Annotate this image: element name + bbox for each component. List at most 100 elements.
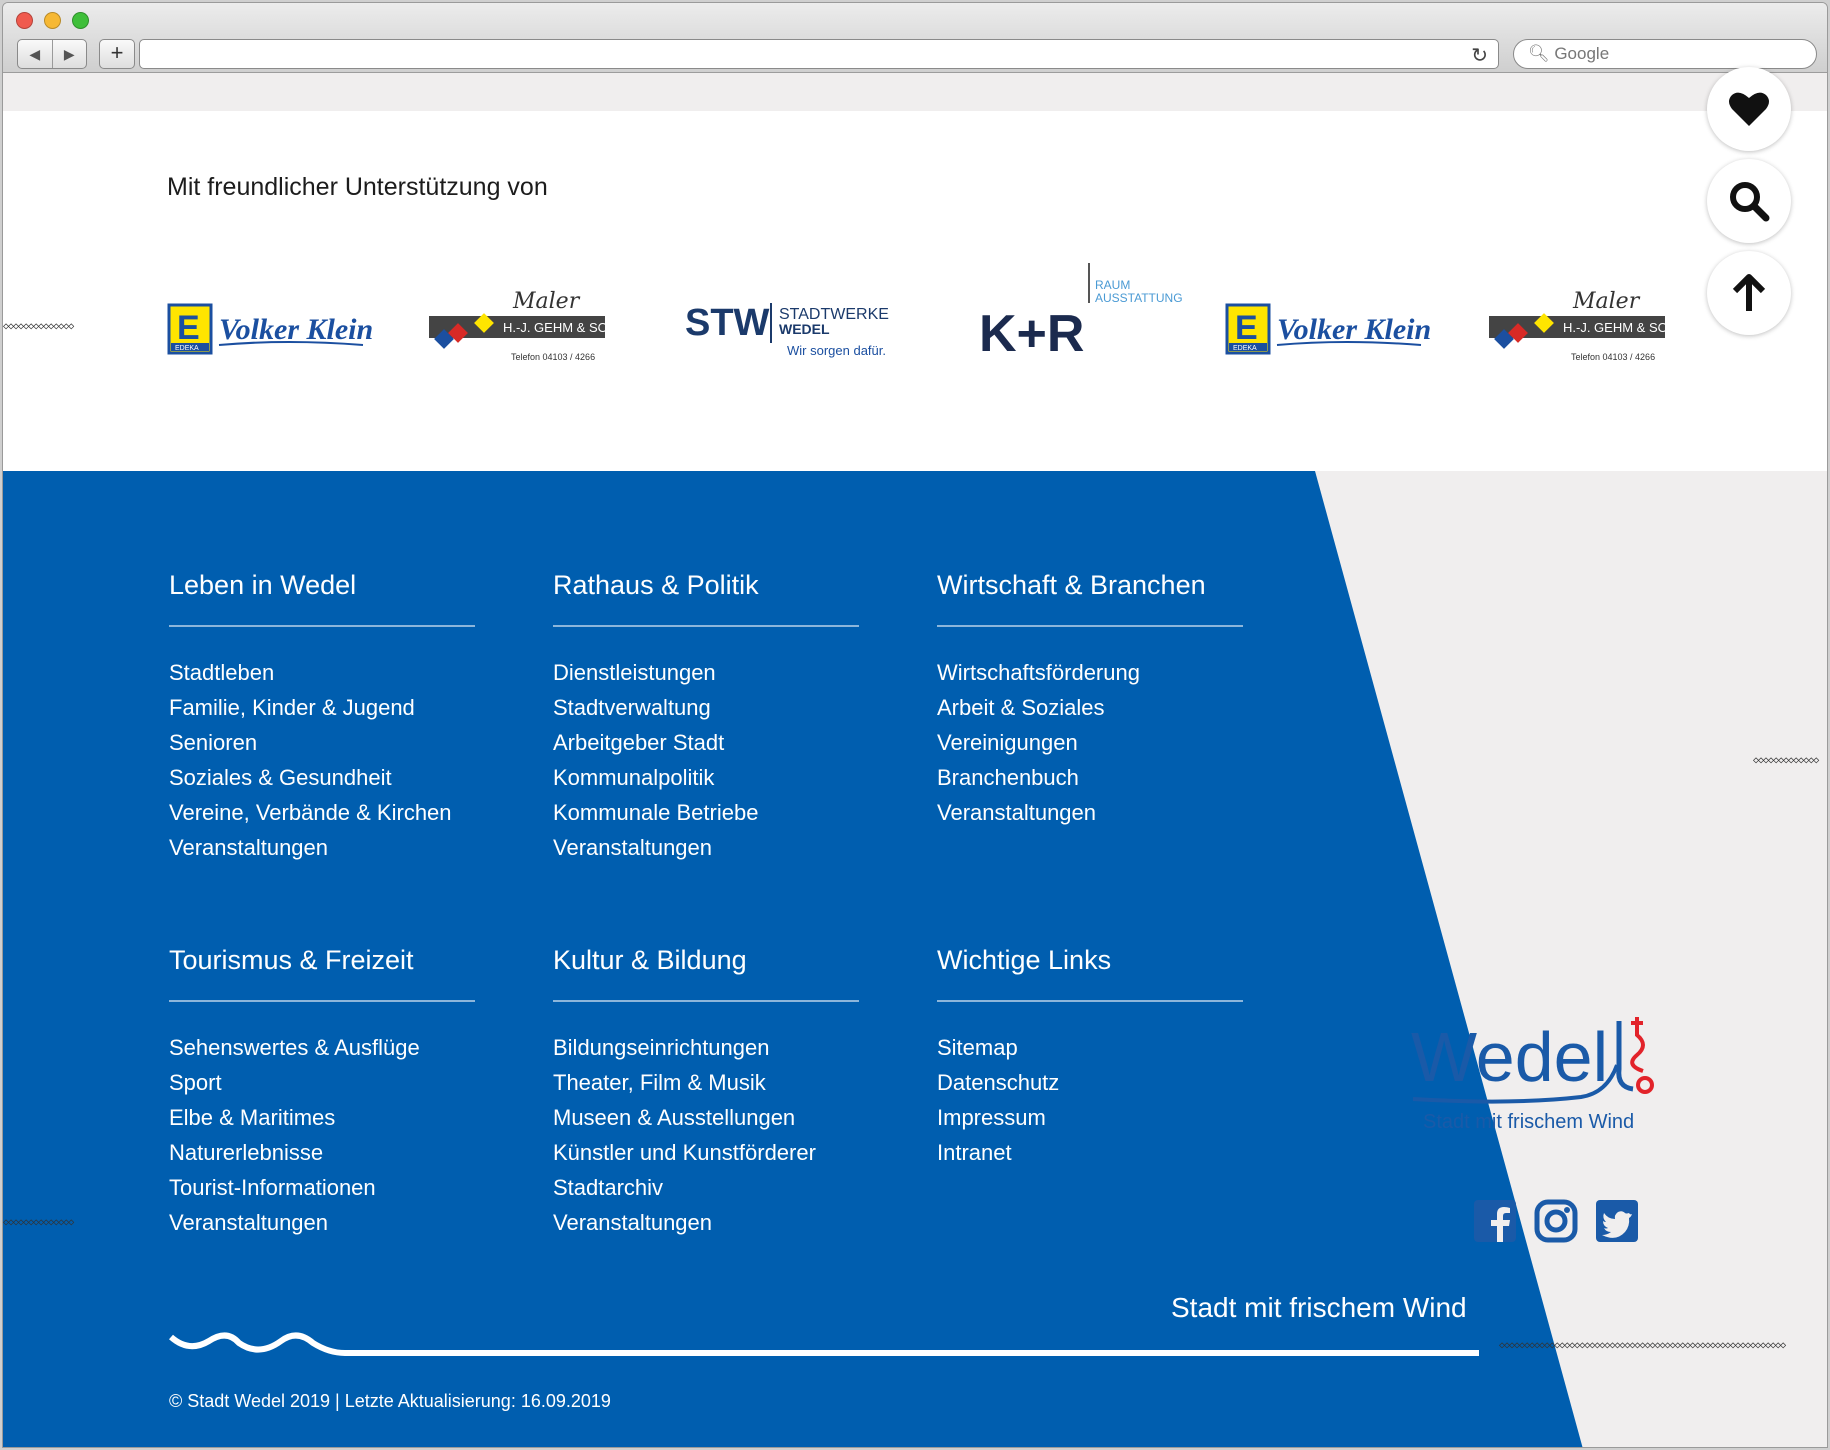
footer-column: Kultur & Bildung Bildungseinrichtungen T…	[553, 940, 859, 1240]
footer-link[interactable]: Wirtschaftsförderung	[937, 655, 1243, 690]
footer-link[interactable]: Museen & Ausstellungen	[553, 1100, 859, 1135]
footer-link[interactable]: Elbe & Maritimes	[169, 1100, 475, 1135]
footer-link[interactable]: Veranstaltungen	[553, 1205, 859, 1240]
search-field[interactable]: 🔍︎ Google	[1513, 39, 1817, 69]
wave-line-divider	[169, 1332, 1479, 1356]
footer-link[interactable]: Theater, Film & Musik	[553, 1065, 859, 1100]
footer-column: Wirtschaft & Branchen Wirtschaftsförderu…	[937, 565, 1243, 830]
stw-slogan: Wir sorgen dafür.	[787, 343, 886, 358]
footer-link[interactable]: Datenschutz	[937, 1065, 1243, 1100]
footer-column: Wichtige Links Sitemap Datenschutz Impre…	[937, 940, 1243, 1170]
decoration-wave: ◇◇◇◇◇◇◇◇◇◇◇◇◇◇	[3, 321, 74, 332]
browser-toolbar: ◀ ▶ + ↻ 🔍︎ Google	[3, 3, 1827, 73]
footer-link[interactable]: Kommunale Betriebe	[553, 795, 859, 830]
zoom-window-button[interactable]	[72, 12, 89, 29]
footer-link[interactable]: Stadtverwaltung	[553, 690, 859, 725]
browser-window: ◀ ▶ + ↻ 🔍︎ Google Mit freundlicher Unter…	[2, 2, 1828, 1448]
kr-subtitle-2: AUSSTATTUNG	[1095, 291, 1183, 305]
footer-link[interactable]: Vereine, Verbände & Kirchen	[169, 795, 475, 830]
instagram-icon[interactable]	[1534, 1199, 1578, 1243]
gehm-phone: Telefon 04103 / 4266	[1571, 352, 1655, 362]
footer-link-list: Sitemap Datenschutz Impressum Intranet	[937, 1030, 1243, 1170]
footer-column-title: Wichtige Links	[937, 940, 1243, 1002]
decoration-wave: ◇◇◇◇◇◇◇◇◇◇◇◇◇	[1753, 755, 1819, 766]
footer-link[interactable]: Familie, Kinder & Jugend	[169, 690, 475, 725]
page-top-band	[3, 74, 1827, 111]
close-window-button[interactable]	[16, 12, 33, 29]
stw-subtitle-2: WEDEL	[779, 321, 830, 337]
forward-icon[interactable]: ▶	[53, 40, 87, 68]
footer-link[interactable]: Sport	[169, 1065, 475, 1100]
gehm-name: H.-J. GEHM & SOHN	[1563, 320, 1671, 335]
reload-icon[interactable]: ↻	[1471, 43, 1488, 68]
search-icon	[1730, 182, 1770, 222]
volker-klein-logo-2[interactable]: E EDEKA Volker Klein	[1225, 301, 1435, 361]
footer-link[interactable]: Veranstaltungen	[553, 830, 859, 865]
gehm-script: Maler	[512, 289, 581, 314]
edeka-tag: EDEKA	[175, 345, 199, 352]
footer-link[interactable]: Bildungseinrichtungen	[553, 1030, 859, 1065]
footer-link-list: Bildungseinrichtungen Theater, Film & Mu…	[553, 1030, 859, 1240]
twitter-icon[interactable]	[1595, 1199, 1639, 1243]
gehm-sohn-logo[interactable]: Maler H.-J. GEHM & SOHN Telefon 04103 / …	[427, 286, 611, 366]
kr-subtitle: RAUM	[1095, 278, 1130, 292]
footer-column-title: Leben in Wedel	[169, 565, 475, 627]
footer-link[interactable]: Vereinigungen	[937, 725, 1243, 760]
footer-link[interactable]: Sitemap	[937, 1030, 1243, 1065]
site-footer: Leben in Wedel Stadtleben Familie, Kinde…	[3, 471, 1827, 1447]
sponsors-title: Mit freundlicher Unterstützung von	[167, 173, 548, 201]
minimize-window-button[interactable]	[44, 12, 61, 29]
footer-column: Rathaus & Politik Dienstleistungen Stadt…	[553, 565, 859, 865]
footer-link[interactable]: Stadtarchiv	[553, 1170, 859, 1205]
facebook-icon[interactable]	[1473, 1199, 1517, 1243]
footer-link[interactable]: Soziales & Gesundheit	[169, 760, 475, 795]
footer-link-list: Sehenswertes & Ausflüge Sport Elbe & Mar…	[169, 1030, 475, 1240]
footer-link[interactable]: Branchenbuch	[937, 760, 1243, 795]
gehm-sohn-logo-2[interactable]: Maler H.-J. GEHM & SOHN Telefon 04103 / …	[1487, 286, 1671, 366]
footer-link[interactable]: Arbeit & Soziales	[937, 690, 1243, 725]
search-button[interactable]	[1707, 159, 1791, 243]
new-tab-button[interactable]: +	[99, 39, 135, 69]
footer-link[interactable]: Arbeitgeber Stadt	[553, 725, 859, 760]
footer-column-title: Kultur & Bildung	[553, 940, 859, 1002]
footer-link[interactable]: Stadtleben	[169, 655, 475, 690]
svg-text:E: E	[177, 309, 200, 347]
decoration-wave: ◇◇◇◇◇◇◇◇◇◇◇◇◇◇◇◇◇◇◇◇◇◇◇◇◇◇◇◇◇◇◇◇◇◇◇◇◇◇◇◇…	[1499, 1340, 1786, 1351]
wedel-wordmark: Wedel	[1411, 1018, 1608, 1096]
footer-link[interactable]: Intranet	[937, 1135, 1243, 1170]
footer-column-title: Rathaus & Politik	[553, 565, 859, 627]
footer-link-list: Stadtleben Familie, Kinder & Jugend Seni…	[169, 655, 475, 865]
footer-column-title: Wirtschaft & Branchen	[937, 565, 1243, 627]
scroll-top-button[interactable]	[1707, 251, 1791, 335]
decoration-wave: ◇◇◇◇◇◇◇◇◇◇◇◇◇◇	[3, 1217, 74, 1228]
gehm-phone: Telefon 04103 / 4266	[511, 352, 595, 362]
back-icon[interactable]: ◀	[18, 40, 53, 68]
footer-link[interactable]: Veranstaltungen	[937, 795, 1243, 830]
address-bar[interactable]: ↻	[139, 39, 1499, 69]
heart-icon	[1729, 92, 1769, 126]
volker-klein-logo[interactable]: E EDEKA Volker Klein	[167, 301, 377, 361]
magnifier-icon: 🔍︎	[1528, 44, 1550, 63]
footer-link-list: Wirtschaftsförderung Arbeit & Soziales V…	[937, 655, 1243, 830]
footer-link[interactable]: Kommunalpolitik	[553, 760, 859, 795]
footer-link[interactable]: Sehenswertes & Ausflüge	[169, 1030, 475, 1065]
stadtwerke-wedel-logo[interactable]: STW STADTWERKE WEDEL Wir sorgen dafür.	[683, 293, 903, 363]
stw-mark: STW	[685, 302, 770, 344]
footer-link[interactable]: Tourist-Informationen	[169, 1170, 475, 1205]
wedel-logo[interactable]: Wedel	[1411, 1009, 1671, 1109]
footer-link[interactable]: Senioren	[169, 725, 475, 760]
search-placeholder: Google	[1554, 44, 1610, 63]
brand-tagline: Stadt mit frischem Wind	[1423, 1111, 1635, 1133]
footer-link[interactable]: Veranstaltungen	[169, 830, 475, 865]
gehm-script: Maler	[1572, 289, 1641, 314]
footer-link[interactable]: Dienstleistungen	[553, 655, 859, 690]
gehm-name: H.-J. GEHM & SOHN	[503, 320, 611, 335]
footer-link[interactable]: Naturerlebnisse	[169, 1135, 475, 1170]
footer-link[interactable]: Veranstaltungen	[169, 1205, 475, 1240]
footer-link[interactable]: Impressum	[937, 1100, 1243, 1135]
k-r-raumausstattung-logo[interactable]: K+R RAUM AUSSTATTUNG	[977, 259, 1187, 359]
svg-text:E: E	[1235, 309, 1258, 347]
favorites-button[interactable]	[1707, 67, 1791, 151]
footer-column-title: Tourismus & Freizeit	[169, 940, 475, 1002]
footer-link[interactable]: Künstler und Kunstförderer	[553, 1135, 859, 1170]
